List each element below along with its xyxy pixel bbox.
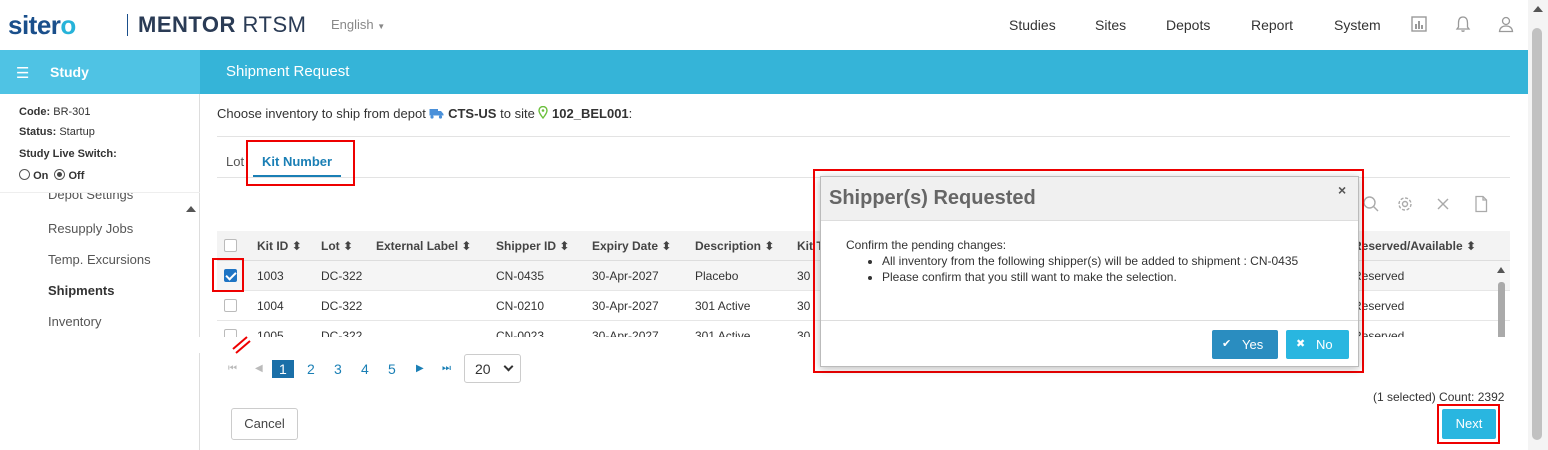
product-name: MENTOR RTSM (138, 12, 307, 37)
radio-off[interactable] (54, 169, 66, 180)
table-scrollbar[interactable] (1496, 264, 1508, 344)
document-icon[interactable] (1472, 195, 1490, 213)
sidebar-item-shipments[interactable]: Shipments (48, 283, 114, 298)
selection-count: (1 selected) Count: 2392 (1373, 390, 1505, 404)
chevron-down-icon (503, 361, 514, 372)
col-expiry-date[interactable]: Expiry Date ⬍ (592, 239, 671, 253)
shipper-requested-dialog: Shipper(s) Requested × Confirm the pendi… (820, 176, 1359, 367)
close-icon[interactable]: × (1338, 182, 1346, 198)
scroll-up-arrow-icon[interactable] (1533, 6, 1543, 12)
page-scrollbar-thumb[interactable] (1532, 28, 1542, 440)
sort-icon: ⬍ (291, 239, 302, 253)
tab-lot[interactable]: Lot (226, 154, 244, 169)
nav-report[interactable]: Report (1251, 17, 1293, 33)
highlight-kit-number-tab (246, 140, 355, 186)
study-live-switch-label: Study Live Switch: (19, 148, 117, 160)
sidebar-header: ☰ Study (0, 50, 200, 94)
dashboard-chart-icon[interactable] (1410, 15, 1428, 33)
sidebar-clip: Depot Settings (0, 193, 200, 205)
sidebar-item-resupply-jobs[interactable]: Resupply Jobs (48, 221, 133, 236)
page-size-select[interactable]: 20 (464, 354, 521, 383)
sort-icon: ⬍ (559, 239, 570, 253)
gear-icon[interactable] (1396, 195, 1414, 213)
highlight-next-button (1437, 404, 1500, 444)
study-status: Status: Startup (19, 126, 95, 138)
page-1[interactable]: 1 (272, 360, 294, 378)
nav-studies[interactable]: Studies (1009, 17, 1056, 33)
crop-mark-icon (232, 336, 251, 354)
dialog-bullets: All inventory from the following shipper… (882, 253, 1326, 285)
cancel-button[interactable]: Cancel (231, 408, 298, 440)
map-pin-icon (538, 105, 549, 120)
col-external-label[interactable]: External Label ⬍ (376, 239, 471, 253)
sidebar-scroll-up-icon[interactable] (186, 206, 196, 212)
last-page-icon[interactable]: ⏭ (442, 363, 451, 374)
sidebar-item-temp-excursions[interactable]: Temp. Excursions (48, 252, 151, 267)
bell-icon[interactable] (1454, 15, 1472, 33)
check-icon: ✔ (1222, 338, 1232, 350)
sidebar: Code: BR-301 Status: Startup Study Live … (0, 94, 200, 450)
dialog-body: Confirm the pending changes: All invento… (846, 237, 1326, 285)
sort-icon: ⬍ (343, 239, 354, 253)
language-dropdown[interactable]: English ▼ (331, 17, 385, 32)
page-2[interactable]: 2 (307, 361, 315, 377)
nav-sites[interactable]: Sites (1095, 17, 1126, 33)
logo-separator (127, 14, 128, 36)
table-scrollbar-thumb[interactable] (1498, 282, 1505, 344)
dialog-footer-divider (821, 320, 1358, 321)
dialog-header: Shipper(s) Requested × (821, 177, 1358, 221)
yes-button[interactable]: ✔ Yes (1212, 330, 1278, 359)
page-4[interactable]: 4 (361, 361, 369, 377)
sidebar-item-depot-settings[interactable]: Depot Settings (48, 193, 133, 202)
x-icon: ✖ (1296, 338, 1306, 350)
sitero-logo[interactable]: sitero (8, 10, 76, 41)
next-page-icon[interactable]: ▶ (416, 363, 424, 374)
search-icon[interactable] (1362, 195, 1380, 213)
table-scroll-up-icon[interactable] (1497, 267, 1505, 273)
sort-icon: ⬍ (1465, 239, 1477, 253)
site-name: 102_BEL001 (552, 106, 629, 121)
first-page-icon[interactable]: ⏮ (228, 363, 237, 374)
page-3[interactable]: 3 (334, 361, 342, 377)
no-button[interactable]: ✖ No (1286, 330, 1349, 359)
dialog-bullet: All inventory from the following shipper… (882, 253, 1326, 269)
user-icon[interactable] (1497, 15, 1515, 33)
nav-system[interactable]: System (1334, 17, 1381, 33)
sidebar-header-title: Study (50, 64, 89, 80)
radio-on[interactable] (19, 169, 30, 180)
dialog-title: Shipper(s) Requested (829, 187, 1036, 209)
prev-page-icon[interactable]: ◀ (255, 363, 263, 374)
depot-name: CTS-US (448, 106, 497, 121)
col-description[interactable]: Description ⬍ (695, 239, 774, 253)
select-all-checkbox[interactable] (224, 239, 237, 252)
choose-inventory-text: Choose inventory to ship from depot CTS-… (217, 105, 633, 121)
sort-icon: ⬍ (661, 239, 672, 253)
close-icon[interactable] (1434, 195, 1452, 213)
study-code: Code: BR-301 (19, 106, 91, 118)
dialog-intro: Confirm the pending changes: (846, 238, 1007, 252)
row-checkbox[interactable] (224, 299, 237, 312)
col-shipper-id[interactable]: Shipper ID ⬍ (496, 239, 569, 253)
sort-icon: ⬍ (764, 239, 775, 253)
sidebar-item-inventory[interactable]: Inventory (48, 314, 101, 329)
col-lot[interactable]: Lot ⬍ (321, 239, 353, 253)
main-header: Shipment Request (200, 50, 1528, 94)
top-bar: sitero MENTOR RTSM English ▼ Studies Sit… (0, 0, 1528, 50)
hamburger-menu-icon[interactable]: ☰ (16, 64, 29, 82)
sort-icon: ⬍ (461, 239, 472, 253)
divider (217, 136, 1510, 137)
page-title: Shipment Request (226, 63, 350, 80)
nav-depots[interactable]: Depots (1166, 17, 1210, 33)
dialog-bullet: Please confirm that you still want to ma… (882, 269, 1326, 285)
col-kit-id[interactable]: Kit ID ⬍ (257, 239, 302, 253)
page-5[interactable]: 5 (388, 361, 396, 377)
highlight-row-checkbox (212, 258, 244, 292)
col-reserved-available[interactable]: Reserved/Available ⬍ (1353, 239, 1476, 253)
live-switch-radios: On Off (19, 169, 84, 182)
page-scrollbar[interactable] (1528, 0, 1548, 450)
caret-down-icon: ▼ (377, 22, 386, 31)
truck-icon (429, 109, 444, 119)
